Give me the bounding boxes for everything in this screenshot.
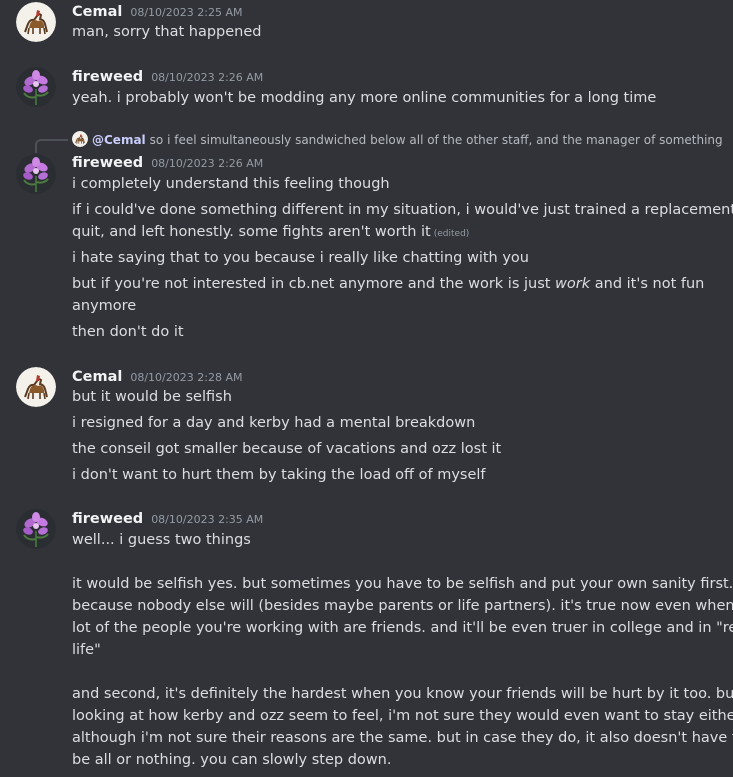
message-text: life" — [72, 642, 101, 658]
camel-avatar-icon[interactable] — [16, 2, 56, 42]
message-text-part: quit, and left honestly. some fights are… — [72, 224, 431, 240]
camel-avatar-icon — [72, 131, 88, 147]
username[interactable]: fireweed — [72, 155, 143, 171]
message-text: be all or nothing. you can slowly step d… — [72, 752, 392, 768]
flower-avatar-icon[interactable] — [16, 67, 56, 107]
message-text: but it would be selfish — [72, 389, 232, 405]
timestamp: 08/10/2023 2:26 AM — [151, 71, 264, 84]
camel-avatar-icon[interactable] — [16, 367, 56, 407]
message-text: i resigned for a day and kerby had a men… — [72, 415, 476, 431]
timestamp: 08/10/2023 2:26 AM — [151, 157, 264, 170]
message-header: Cemal 08/10/2023 2:28 AM — [72, 366, 242, 388]
reply-preview-text: so i feel simultaneously sandwiched belo… — [149, 133, 723, 147]
timestamp: 08/10/2023 2:28 AM — [130, 371, 243, 384]
message-text: i completely understand this feeling tho… — [72, 176, 390, 192]
message-text: but if you're not interested in cb.net a… — [72, 273, 704, 295]
message-text-part: but if you're not interested in cb.net a… — [72, 276, 556, 292]
username[interactable]: fireweed — [72, 511, 143, 527]
message-header: fireweed 08/10/2023 2:26 AM — [72, 66, 263, 88]
timestamp: 08/10/2023 2:25 AM — [130, 6, 243, 19]
message-text: quit, and left honestly. some fights are… — [72, 221, 469, 245]
reply-preview[interactable]: @Cemal so i feel simultaneously sandwiche… — [72, 131, 723, 149]
message-text: if i could've done something different i… — [72, 202, 733, 218]
message-text: the conseil got smaller because of vacat… — [72, 441, 502, 457]
message-text: and second, it's definitely the hardest … — [72, 686, 733, 702]
flower-avatar-icon[interactable] — [16, 509, 56, 549]
message-text: lot of the people you're working with ar… — [72, 620, 733, 636]
message-text: well... i guess two things — [72, 532, 251, 548]
reply-mention[interactable]: @Cemal — [92, 133, 146, 147]
timestamp: 08/10/2023 2:35 AM — [151, 513, 264, 526]
message-text: anymore — [72, 298, 137, 314]
reply-spine — [35, 139, 68, 153]
message-header: Cemal 08/10/2023 2:25 AM — [72, 1, 242, 23]
message-text: i hate saying that to you because i real… — [72, 250, 529, 266]
edited-label: (edited) — [433, 229, 470, 239]
message-text: looking at how kerby and ozz seem to fee… — [72, 708, 733, 724]
username[interactable]: Cemal — [72, 4, 122, 20]
message-text: although i'm not sure their reasons are … — [72, 730, 733, 746]
flower-avatar-icon[interactable] — [16, 154, 56, 194]
message-header: fireweed 08/10/2023 2:26 AM — [72, 152, 263, 174]
message-text: then don't do it — [72, 324, 184, 340]
message-text: man, sorry that happened — [72, 24, 262, 40]
username[interactable]: Cemal — [72, 369, 122, 385]
message-text: it would be selfish yes. but sometimes y… — [72, 576, 733, 592]
message-text: yeah. i probably won't be modding any mo… — [72, 90, 657, 106]
message-text: because nobody else will (besides maybe … — [72, 598, 733, 614]
message-header: fireweed 08/10/2023 2:35 AM — [72, 508, 263, 530]
username[interactable]: fireweed — [72, 69, 143, 85]
emphasis-text: work — [555, 276, 591, 292]
message-text-part: and it's not fun — [590, 276, 705, 292]
message-text: i don't want to hurt them by taking the … — [72, 467, 486, 483]
